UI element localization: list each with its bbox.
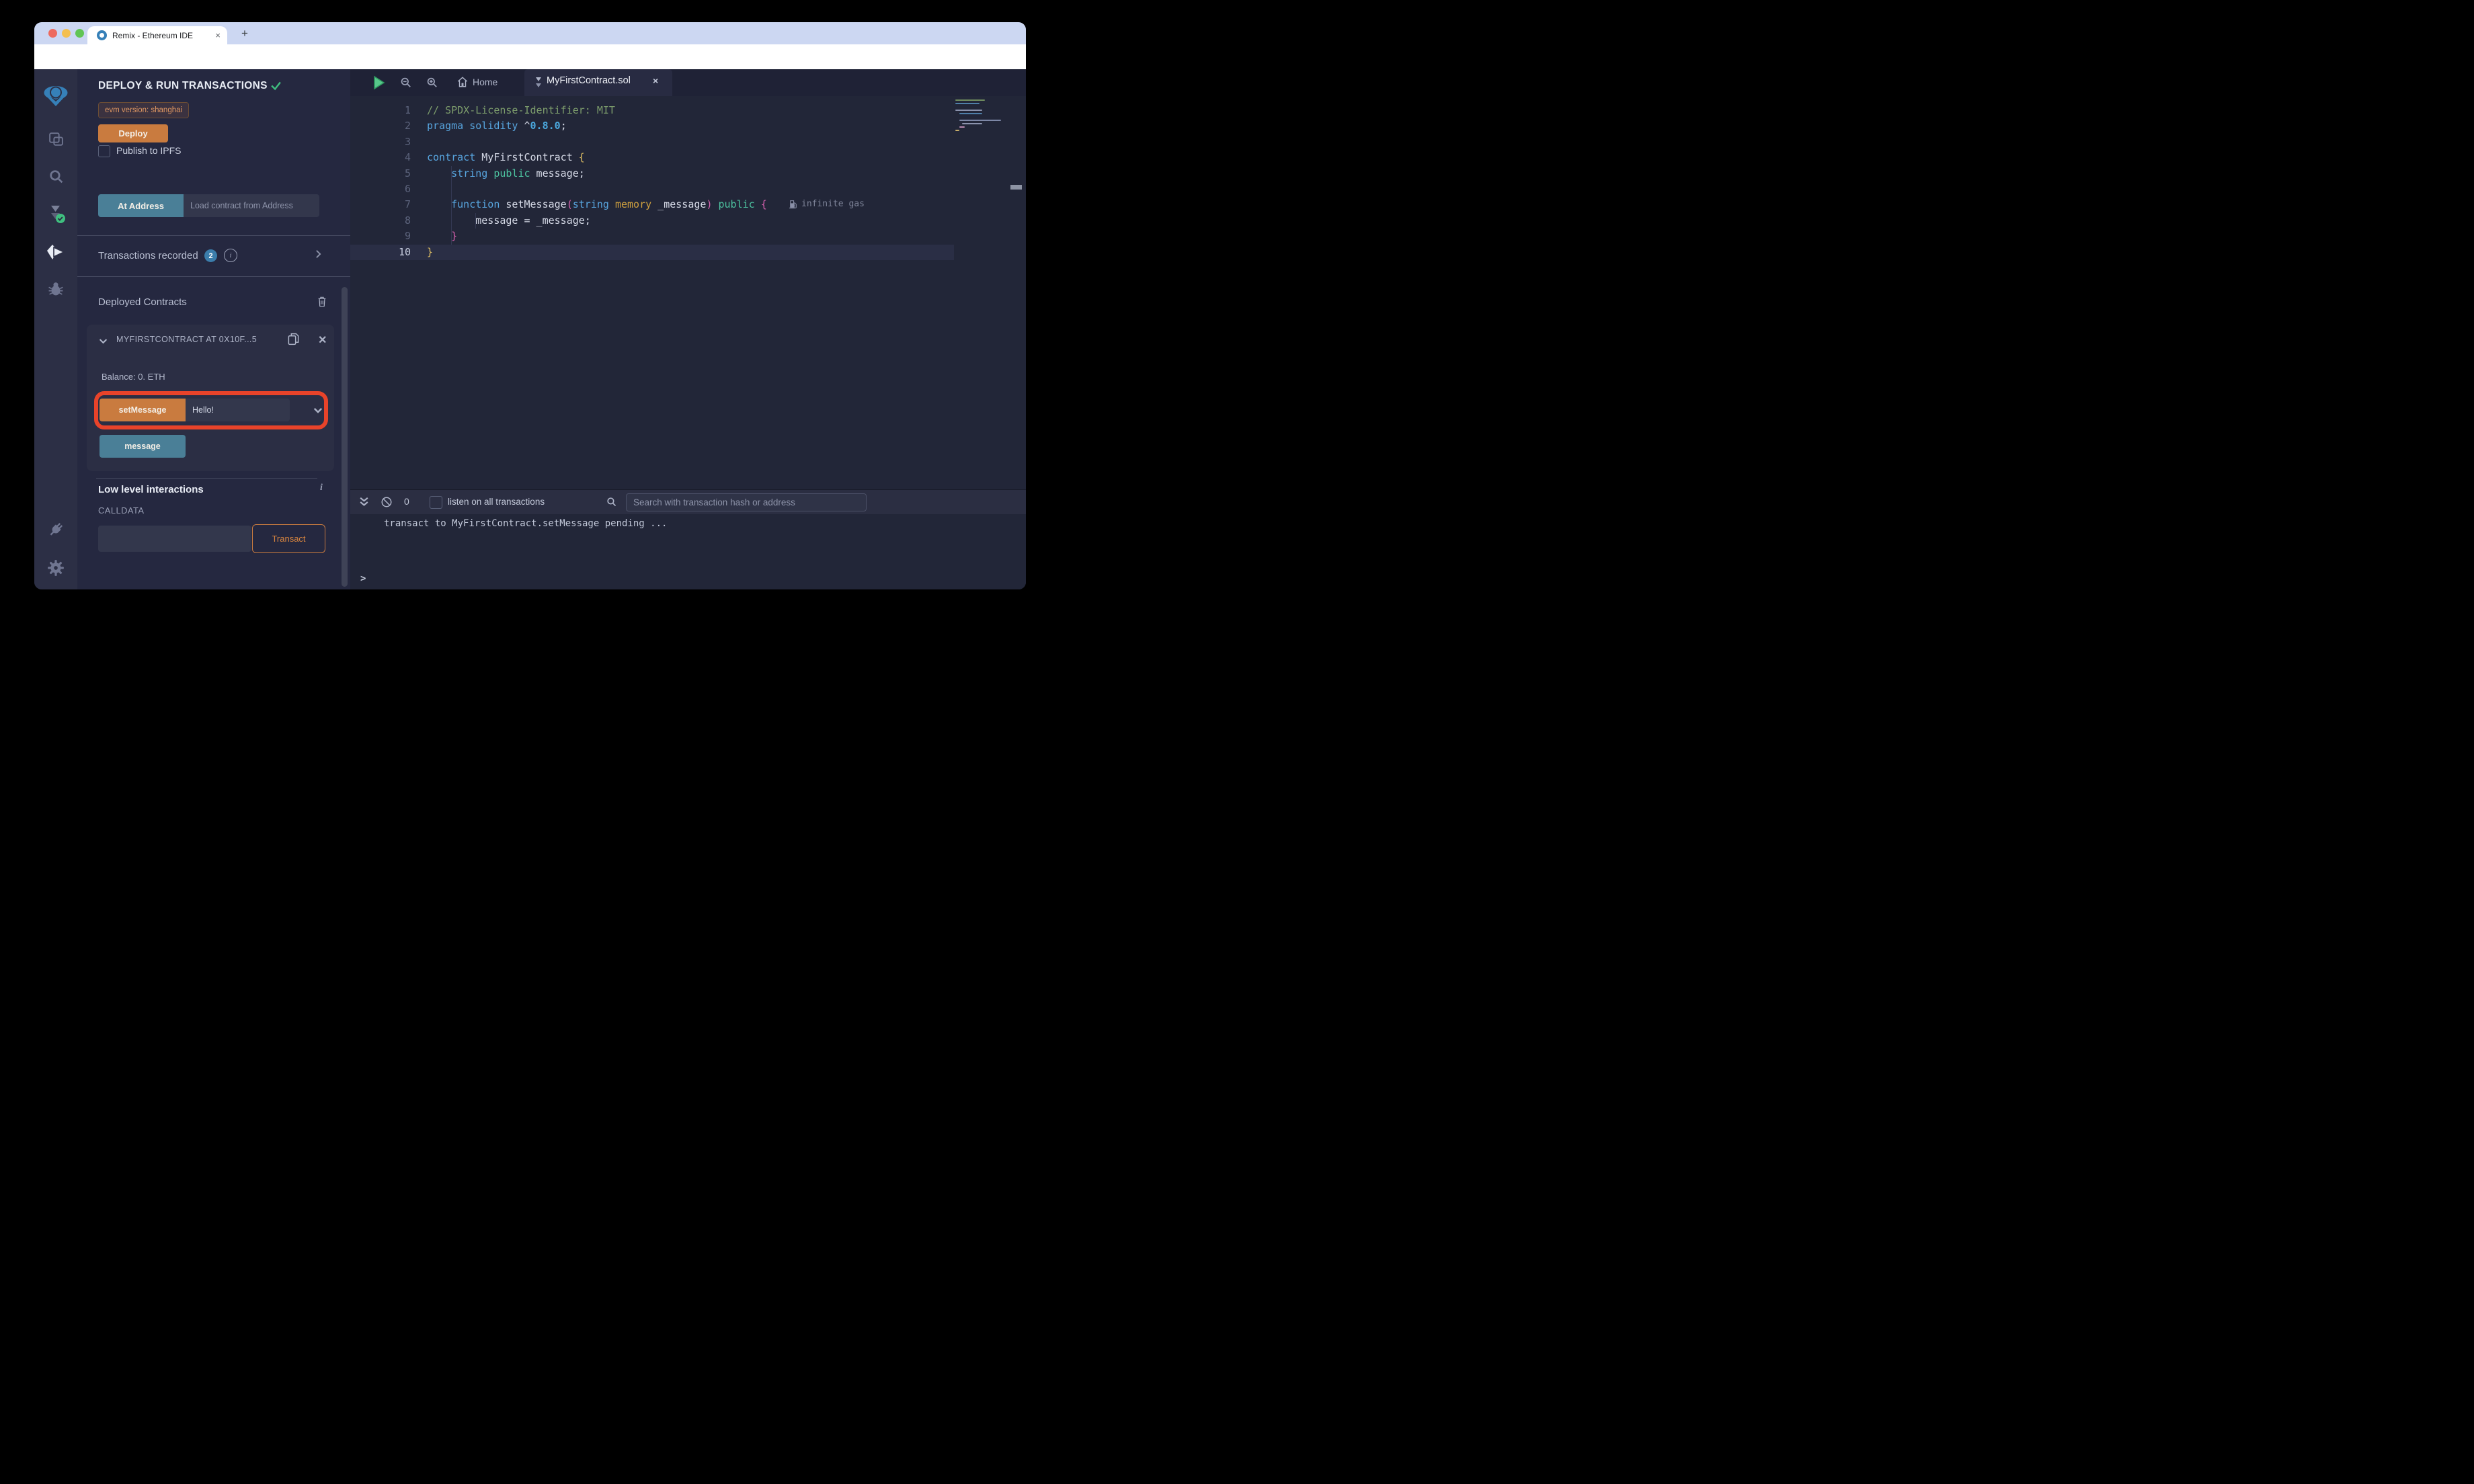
listen-transactions-checkbox[interactable] bbox=[430, 496, 442, 509]
deploy-button[interactable]: Deploy bbox=[98, 124, 168, 142]
solidity-compiler-icon[interactable] bbox=[34, 204, 77, 224]
solidity-file-icon bbox=[534, 77, 543, 89]
code-line-8[interactable]: 8 message = _message; bbox=[350, 213, 954, 229]
deployed-contracts-label: Deployed Contracts bbox=[98, 296, 187, 308]
clear-console-icon[interactable] bbox=[381, 496, 393, 508]
code-line-2[interactable]: 2 pragma solidity ^0.8.0; bbox=[350, 118, 954, 134]
terminal-search-icon bbox=[606, 496, 617, 507]
browser-tab-strip: Remix - Ethereum IDE × + bbox=[34, 22, 1026, 44]
deployed-contract-card: MYFIRSTCONTRACT AT 0X10F...5 ✕ Balance: … bbox=[87, 325, 334, 471]
compile-check-icon bbox=[270, 81, 282, 91]
home-icon[interactable] bbox=[456, 76, 469, 88]
editor-tab-bar: Home MyFirstContract.sol × bbox=[350, 69, 1026, 96]
terminal[interactable]: transact to MyFirstContract.setMessage p… bbox=[350, 514, 1026, 589]
at-address-input[interactable] bbox=[184, 194, 319, 217]
at-address-button[interactable]: At Address bbox=[98, 194, 184, 217]
panel-title: DEPLOY & RUN TRANSACTIONS bbox=[98, 80, 268, 91]
calldata-label: CALLDATA bbox=[98, 505, 145, 516]
browser-window: Remix - Ethereum IDE × + remix.ethereum.… bbox=[34, 22, 1026, 589]
remove-contract-icon[interactable]: ✕ bbox=[318, 333, 327, 347]
publish-to-ipfs-label: Publish to IPFS bbox=[116, 145, 182, 156]
contract-collapse-chevron-icon[interactable] bbox=[99, 338, 108, 344]
evm-version-badge: evm version: shanghai bbox=[98, 102, 190, 118]
terminal-prompt[interactable]: > bbox=[360, 573, 366, 584]
code-editor[interactable]: 1// SPDX-License-Identifier: MIT 2 pragma … bbox=[350, 96, 1026, 489]
zoom-in-icon[interactable] bbox=[426, 76, 438, 89]
indent-guide bbox=[475, 212, 476, 229]
gas-estimate-widget: infinite gas bbox=[789, 199, 865, 209]
indent-guide bbox=[451, 165, 452, 245]
code-lines: 1// SPDX-License-Identifier: MIT 2 pragma … bbox=[350, 103, 954, 260]
divider bbox=[77, 276, 350, 277]
minimize-window-button[interactable] bbox=[62, 29, 71, 38]
close-window-button[interactable] bbox=[48, 29, 57, 38]
pending-tx-count: 0 bbox=[404, 496, 409, 507]
calldata-input[interactable] bbox=[98, 526, 251, 552]
message-button[interactable]: message bbox=[99, 435, 186, 458]
terminal-search-input[interactable] bbox=[626, 493, 867, 511]
overview-ruler-marker bbox=[1010, 185, 1022, 190]
expand-args-chevron-icon[interactable] bbox=[313, 407, 323, 413]
remix-logo-icon[interactable] bbox=[34, 84, 77, 107]
low-level-info-icon[interactable]: i bbox=[320, 483, 323, 493]
main-area: Home MyFirstContract.sol × 1// SPDX-Lice… bbox=[350, 69, 1026, 589]
terminal-log-line: transact to MyFirstContract.setMessage p… bbox=[384, 518, 668, 529]
run-script-play-icon[interactable] bbox=[372, 75, 386, 90]
screen: { "browser": { "tab_title": "Remix - Eth… bbox=[0, 0, 1054, 632]
tab-home-label[interactable]: Home bbox=[473, 77, 497, 87]
file-tab-label[interactable]: MyFirstContract.sol bbox=[547, 75, 631, 86]
transactions-expand-chevron-icon[interactable] bbox=[315, 249, 321, 259]
settings-gear-icon[interactable] bbox=[34, 559, 77, 577]
remix-favicon-icon bbox=[97, 30, 107, 40]
contract-balance: Balance: 0. ETH bbox=[102, 372, 165, 382]
transact-button[interactable]: Transact bbox=[252, 524, 325, 553]
transactions-info-icon[interactable]: i bbox=[224, 249, 237, 262]
code-line-5[interactable]: 5 string public message; bbox=[350, 166, 954, 181]
zoom-window-button[interactable] bbox=[75, 29, 84, 38]
tab-title: Remix - Ethereum IDE bbox=[112, 30, 194, 40]
code-line-3[interactable]: 3 bbox=[350, 134, 954, 150]
code-line-1[interactable]: 1// SPDX-License-Identifier: MIT bbox=[350, 103, 954, 118]
terminal-toolbar: 0 listen on all transactions bbox=[350, 489, 1026, 514]
code-line-10[interactable]: 10} bbox=[350, 244, 954, 260]
deploy-and-run-icon[interactable] bbox=[34, 243, 77, 261]
transactions-recorded-label: Transactions recorded bbox=[98, 250, 198, 261]
set-message-button[interactable]: setMessage bbox=[99, 399, 186, 421]
deploy-run-panel: DEPLOY & RUN TRANSACTIONS evm version: s… bbox=[77, 69, 364, 589]
plugin-manager-icon[interactable] bbox=[34, 521, 77, 538]
minimap[interactable] bbox=[954, 97, 1010, 145]
icon-panel bbox=[34, 69, 78, 589]
code-line-4[interactable]: 4 contract MyFirstContract { bbox=[350, 150, 954, 165]
debugger-icon[interactable] bbox=[34, 280, 77, 297]
file-tab-close-icon[interactable]: × bbox=[653, 75, 658, 86]
gas-pump-icon bbox=[789, 200, 797, 208]
tab-close-icon[interactable]: × bbox=[215, 30, 221, 40]
browser-toolbar: remix.ethereum.org/#lang=en&optimize=fal… bbox=[34, 44, 1026, 87]
divider bbox=[96, 478, 317, 479]
browser-tab[interactable]: Remix - Ethereum IDE × bbox=[87, 26, 227, 44]
set-message-input[interactable] bbox=[186, 399, 290, 421]
code-line-6[interactable]: 6 bbox=[350, 181, 954, 197]
contract-header[interactable]: MYFIRSTCONTRACT AT 0X10F...5 bbox=[116, 335, 268, 344]
search-icon[interactable] bbox=[34, 168, 77, 185]
trash-icon[interactable] bbox=[317, 296, 327, 308]
code-line-9[interactable]: 9 } bbox=[350, 229, 954, 244]
divider bbox=[77, 235, 350, 236]
low-level-interactions-label: Low level interactions bbox=[98, 484, 204, 495]
collapse-terminal-icon[interactable] bbox=[359, 497, 369, 507]
tab-myfirstcontract[interactable]: MyFirstContract.sol × bbox=[524, 69, 672, 96]
file-explorer-icon[interactable] bbox=[34, 131, 77, 148]
listen-transactions-label: listen on all transactions bbox=[448, 497, 545, 507]
zoom-out-icon[interactable] bbox=[399, 76, 412, 89]
panel-scrollbar[interactable] bbox=[342, 287, 348, 587]
transactions-count-badge: 2 bbox=[204, 249, 217, 262]
copy-address-icon[interactable] bbox=[287, 332, 300, 346]
publish-to-ipfs-checkbox[interactable] bbox=[98, 145, 110, 157]
new-tab-button[interactable]: + bbox=[236, 25, 253, 42]
remix-app: DEPLOY & RUN TRANSACTIONS evm version: s… bbox=[34, 69, 1026, 589]
